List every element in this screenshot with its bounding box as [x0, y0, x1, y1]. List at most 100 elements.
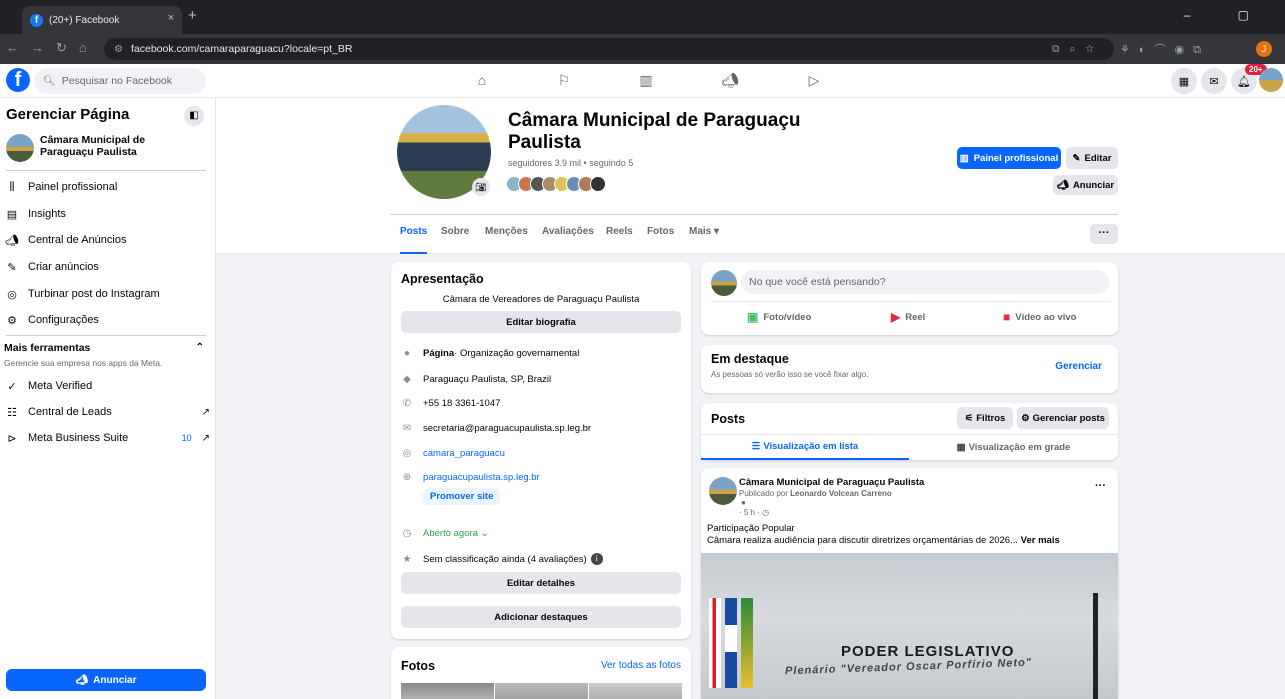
insights-icon: ▤: [6, 208, 18, 221]
star-icon: ★: [402, 553, 412, 565]
advertise-button[interactable]: 📣︎ Anunciar: [6, 669, 206, 691]
dashboard-icon: ⫼: [9, 180, 15, 193]
tab-more[interactable]: Mais ▾: [689, 226, 719, 254]
intro-card: Apresentação Câmara de Vereadores de Par…: [391, 262, 691, 639]
add-highlights-button[interactable]: Adicionar destaques: [401, 606, 681, 628]
home-icon[interactable]: ⌂: [470, 72, 494, 90]
info-icon: ●: [403, 348, 411, 359]
sidebar-item-insights[interactable]: ▤ Insights: [4, 203, 210, 225]
highlights-title: Em destaque: [711, 352, 789, 366]
post-published-by: Publicado por Leonardo Volcean Carreno: [739, 489, 892, 498]
open-now-text[interactable]: Aberto agora ⌄: [423, 528, 489, 539]
more-options-button[interactable]: ···: [1090, 224, 1118, 244]
follower-avatars[interactable]: [506, 176, 606, 192]
tab-close-icon[interactable]: ×: [168, 12, 174, 24]
post-image[interactable]: PODER LEGISLATIVO Plenário "Vereador Osc…: [701, 553, 1118, 699]
sidebar-item-settings[interactable]: ⚙ Configurações: [4, 309, 210, 331]
info-icon[interactable]: i: [590, 553, 603, 565]
address-actions-icon[interactable]: ⧉⌕☆: [1052, 43, 1104, 56]
photo-thumbnail[interactable]: [401, 683, 494, 699]
live-video-button[interactable]: ■ Vídeo ao vivo: [1003, 310, 1077, 324]
tab-reels[interactable]: Reels: [606, 226, 633, 254]
sidebar-item-boost-instagram[interactable]: ◎ Turbinar post do Instagram: [4, 283, 210, 305]
see-all-photos-link[interactable]: Ver todas as fotos: [601, 660, 681, 671]
reel-button[interactable]: ▶ Reel: [891, 310, 925, 324]
window-controls[interactable]: – ▢: [1184, 8, 1271, 22]
sidebar-item-dashboard[interactable]: ⫼ Painel profissional: [4, 176, 210, 198]
external-link-icon: ↗: [201, 406, 210, 418]
new-tab-button[interactable]: +: [188, 7, 197, 24]
tab-reviews[interactable]: Avaliações: [542, 226, 594, 254]
post-time[interactable]: · 5 h · ◷: [739, 508, 769, 517]
location-text: Paraguaçu Paulista, SP, Brazil: [423, 374, 552, 385]
reel-icon: ▶: [891, 310, 901, 324]
instagram-link[interactable]: camara_paraguacu: [423, 448, 505, 459]
sidebar-title: Gerenciar Página: [6, 106, 130, 123]
see-more-link[interactable]: Ver mais: [1021, 535, 1060, 546]
post-author[interactable]: Câmara Municipal de Paraguaçu Paulista: [739, 477, 924, 488]
website-link[interactable]: paraguacupaulista.sp.leg.br: [423, 472, 540, 483]
list-view-tab[interactable]: ☰ Visualização em lista: [701, 435, 909, 460]
sidebar-item-label: Turbinar post do Instagram: [28, 288, 160, 300]
manage-highlights-link[interactable]: Gerenciar: [1055, 361, 1102, 372]
edit-button[interactable]: ✎ Editar: [1066, 147, 1118, 169]
profile-icon[interactable]: J: [1256, 41, 1272, 57]
phone-text: +55 18 3361-1047: [423, 398, 501, 409]
sidebar-item-ads-center[interactable]: 📣︎ Central de Anúncios: [4, 229, 210, 251]
intro-bio: Câmara de Vereadores de Paraguaçu Paulis…: [442, 294, 640, 305]
sidebar-page-switcher[interactable]: Câmara Municipal de Paraguaçu Paulista: [6, 134, 200, 162]
search-input[interactable]: 🔍︎ Pesquisar no Facebook: [34, 68, 206, 94]
intro-category: ● Página · Organização governamental: [401, 348, 681, 359]
video-icon[interactable]: ▷: [802, 72, 826, 90]
account-avatar[interactable]: [1259, 68, 1283, 92]
divider: [390, 214, 1118, 215]
photo-thumbnail[interactable]: [495, 683, 588, 699]
grid-view-tab[interactable]: ▦ Visualização em grade: [909, 435, 1118, 460]
professional-dashboard-button[interactable]: ▥ Painel profissional: [957, 147, 1061, 169]
tab-about[interactable]: Sobre: [441, 226, 469, 254]
megaphone-icon[interactable]: 📣︎: [718, 72, 742, 90]
post-options-icon[interactable]: ···: [1095, 480, 1106, 492]
site-info-icon[interactable]: ⚙: [114, 44, 123, 55]
sidebar-item-leads-center[interactable]: ☷ Central de Leads ↗: [4, 401, 210, 423]
photo-thumbnail[interactable]: [589, 683, 682, 699]
sidebar-toggle-icon[interactable]: ◧: [184, 106, 204, 126]
flag-icon[interactable]: ⚐: [552, 72, 576, 90]
camera-icon[interactable]: 📷︎: [472, 178, 490, 196]
header-advertise-button[interactable]: 📣︎ Anunciar: [1053, 175, 1118, 195]
button-label: Gerenciar posts: [1032, 412, 1105, 424]
manage-posts-button[interactable]: ⚙ Gerenciar posts: [1017, 407, 1109, 429]
facebook-logo-icon[interactable]: f: [6, 68, 30, 92]
edit-bio-button[interactable]: Editar biografia: [401, 311, 681, 333]
sidebar-item-meta-verified[interactable]: ✓ Meta Verified: [4, 375, 210, 397]
megaphone-icon: 📣︎: [1056, 179, 1069, 191]
post-composer: No que você está pensando? ▣ Foto/vídeo …: [701, 262, 1118, 335]
cross: [1093, 593, 1098, 699]
menu-grid-icon[interactable]: ▦: [1171, 68, 1197, 94]
more-tools-header[interactable]: Mais ferramentas ⌃: [4, 342, 210, 354]
sidebar-item-business-suite[interactable]: ⊳ Meta Business Suite 10 ↗: [4, 427, 210, 449]
published-by-name[interactable]: Leonardo Volcean Carreno: [790, 489, 892, 498]
browser-nav-icons[interactable]: ←→↻⌂: [6, 40, 99, 56]
photo-video-button[interactable]: ▣ Foto/vídeo: [747, 310, 811, 324]
composer-input[interactable]: No que você está pensando?: [741, 270, 1109, 294]
tab-mentions[interactable]: Menções: [485, 226, 528, 254]
tab-photos[interactable]: Fotos: [647, 226, 674, 254]
extensions-icons[interactable]: ⚘◐⌒◉⧉: [1120, 41, 1210, 57]
messenger-icon[interactable]: ✉: [1201, 68, 1227, 94]
button-label: Reel: [905, 311, 926, 323]
browser-tab[interactable]: f (20+) Facebook ×: [22, 6, 182, 34]
tab-posts[interactable]: Posts: [400, 226, 428, 254]
instagram-icon: ◎: [402, 448, 412, 459]
filters-button[interactable]: ⚟ Filtros: [957, 407, 1013, 429]
promote-site-button[interactable]: Promover site: [423, 488, 501, 505]
address-bar[interactable]: ⚙ facebook.com/camaraparaguacu?locale=pt…: [104, 38, 1114, 60]
post-author-avatar[interactable]: [709, 477, 737, 505]
sidebar-item-create-ads[interactable]: ✎ Criar anúncios: [4, 256, 210, 278]
insights-icon[interactable]: ▥: [634, 72, 658, 90]
edit-details-button[interactable]: Editar detalhes: [401, 572, 681, 594]
page-avatar: [711, 270, 737, 296]
button-label: Filtros: [976, 412, 1006, 424]
followers-count[interactable]: seguidores 3.9 mil • seguindo 5: [508, 158, 633, 168]
location-icon: ◆: [403, 374, 411, 385]
